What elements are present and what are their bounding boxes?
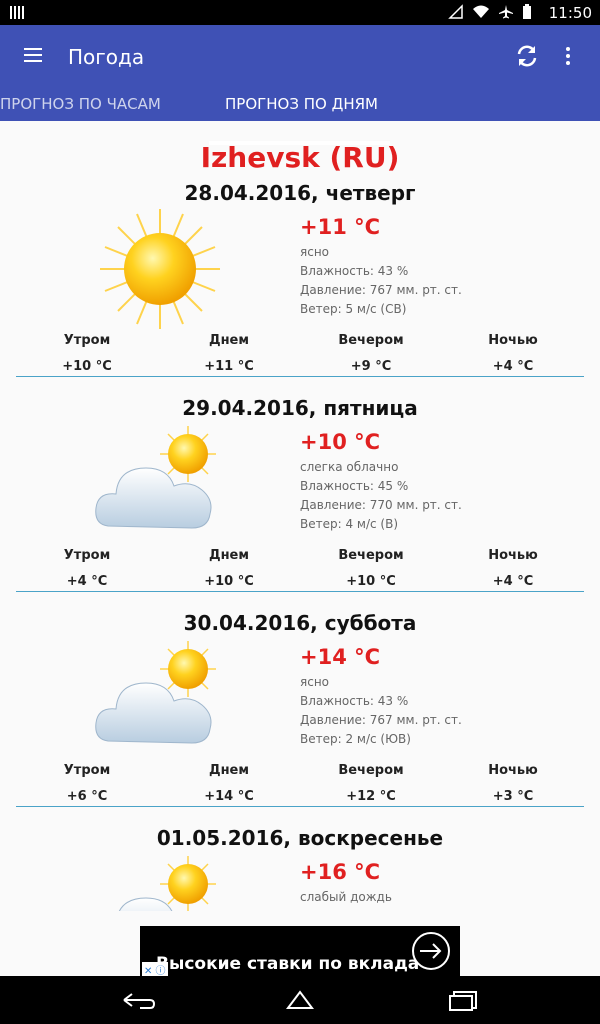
app-bar: Погода ПРОГНОЗ ПО ЧАСАМ ПРОГНОЗ ПО ДНЯМ [0,25,600,145]
day-card: 28.04.2016, четверг +11 °C ясно Влажност… [0,181,600,396]
back-icon[interactable] [120,988,156,1012]
forecast-list[interactable]: Izhevsk (RU) 28.04.2016, четверг +11 °C … [0,121,600,911]
period-day-label: Днем [208,548,249,563]
partly-cloudy-icon [118,856,216,911]
period-morning-label: Утром [63,333,111,348]
period-morning-label: Утром [63,548,111,563]
day-condition: ясно [300,675,330,689]
day-condition: ясно [300,245,330,259]
period-evening-value: +10 °C [346,574,396,589]
day-date: 29.04.2016, пятница [182,396,418,420]
period-evening-label: Вечером [338,548,404,563]
signal-icon [448,4,463,19]
day-condition: слегка облачно [300,460,399,474]
day-pressure: Давление: 767 мм. рт. ст. [300,713,462,727]
status-bar: 11:50 [0,0,600,25]
day-condition: слабый дождь [300,890,392,904]
day-temperature: +14 °C [300,645,381,669]
day-wind: Ветер: 2 м/с (ЮВ) [300,732,411,746]
recent-apps-icon[interactable] [446,988,482,1012]
period-evening-label: Вечером [338,333,404,348]
tab-daily-forecast[interactable]: ПРОГНОЗ ПО ДНЯМ [225,95,378,113]
period-day-label: Днем [208,763,249,778]
partly-cloudy-icon [95,641,216,744]
home-icon[interactable] [282,988,318,1012]
period-day-value: +10 °C [204,574,254,589]
navigation-bar [0,976,600,1024]
period-morning-value: +10 °C [62,359,112,374]
period-day-value: +11 °C [204,359,254,374]
period-evening-value: +9 °C [350,359,392,374]
day-date: 30.04.2016, суббота [183,611,417,635]
period-night-label: Ночью [488,763,538,778]
day-humidity: Влажность: 43 % [300,264,409,278]
sun-icon [100,209,220,329]
refresh-icon[interactable] [514,43,540,69]
more-options-icon[interactable] [566,47,574,67]
day-wind: Ветер: 4 м/с (В) [300,517,399,531]
ad-text[interactable]: Высокие ставки по вклада [156,954,419,974]
airplane-icon [499,5,513,19]
day-pressure: Давление: 767 мм. рт. ст. [300,283,462,297]
day-temperature: +11 °C [300,215,381,239]
ad-info-icon[interactable]: ✕ ⓘ [142,962,168,977]
menu-icon[interactable] [24,45,48,69]
tab-hourly-forecast[interactable]: ПРОГНОЗ ПО ЧАСАМ [0,95,161,113]
day-periods: Утром +6 °C Днем +14 °C Вечером +12 °C Ночь… [16,763,584,804]
app-title: Погода [68,45,145,69]
period-night-label: Ночью [488,333,538,348]
divider [16,806,584,807]
divider [16,376,584,377]
day-periods: Утром +4 °C Днем +10 °C Вечером +10 °C Ночь… [16,548,584,589]
period-evening-label: Вечером [338,763,404,778]
status-icons [448,4,532,20]
period-night-value: +3 °C [492,789,534,804]
day-humidity: Влажность: 45 % [300,479,409,493]
period-morning-value: +4 °C [66,574,108,589]
ad-banner[interactable]: Высокие ставки по вклада ✕ ⓘ [140,926,460,977]
period-night-label: Ночью [488,548,538,563]
period-night-value: +4 °C [492,574,534,589]
arrow-right-icon[interactable] [412,932,450,970]
period-day-value: +14 °C [204,789,254,804]
day-card: 01.05.2016, воскресенье +16 °C слабый до… [0,826,600,911]
day-periods: Утром +10 °C Днем +11 °C Вечером +9 °C Ночь… [16,333,584,374]
day-temperature: +16 °C [300,860,381,884]
sim-icon [10,6,24,19]
day-date: 01.05.2016, воскресенье [156,826,444,850]
divider [16,591,584,592]
status-time: 11:50 [548,4,592,22]
day-card: 29.04.2016, пятница +10 °C слегка облачн… [0,396,600,611]
period-morning-label: Утром [63,763,111,778]
city-title: Izhevsk (RU) [200,141,400,174]
day-pressure: Давление: 770 мм. рт. ст. [300,498,462,512]
wifi-icon [473,5,489,18]
day-humidity: Влажность: 43 % [300,694,409,708]
day-date: 28.04.2016, четверг [184,181,416,205]
period-night-value: +4 °C [492,359,534,374]
day-temperature: +10 °C [300,430,381,454]
day-wind: Ветер: 5 м/с (СВ) [300,302,407,316]
period-evening-value: +12 °C [346,789,396,804]
period-day-label: Днем [208,333,249,348]
day-card: 30.04.2016, суббота +14 °C ясно Влажност… [0,611,600,826]
partly-cloudy-icon [95,426,216,529]
period-morning-value: +6 °C [66,789,108,804]
battery-icon [523,4,531,19]
